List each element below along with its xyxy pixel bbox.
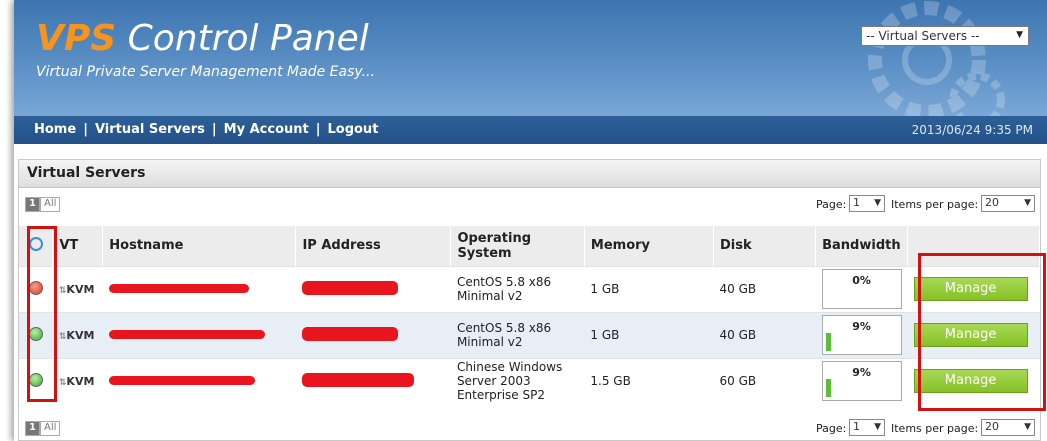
status-stopped-icon — [29, 280, 43, 295]
os-cell: CentOS 5.8 x86 Minimal v2 — [450, 265, 585, 312]
page-1-button[interactable]: 1 — [25, 197, 40, 212]
table-row: ⇅KVM Chinese Windows Server 2003 Enterpr… — [19, 357, 1040, 404]
nav-separator: | — [315, 122, 321, 137]
all-pages-button[interactable]: All — [40, 197, 61, 212]
all-pages-button[interactable]: All — [40, 421, 61, 436]
vt-label: KVM — [66, 375, 95, 389]
memory-cell: 1 GB — [584, 311, 714, 358]
chevron-down-icon: ▼ — [1016, 30, 1023, 40]
bandwidth-bar — [825, 333, 831, 351]
app-logo: VPS Control Panel — [36, 18, 369, 59]
virtual-servers-dropdown[interactable]: -- Virtual Servers -- ▼ — [861, 26, 1029, 46]
panel-title: Virtual Servers — [19, 160, 1040, 188]
bandwidth-meter: 0% — [821, 269, 902, 309]
nav-link-logout[interactable]: Logout — [327, 122, 378, 137]
nav-datetime: 2013/06/24 9:35 PM — [911, 123, 1033, 137]
table-row: ⇅KVM CentOS 5.8 x86 Minimal v2 1 GB 40 G… — [19, 265, 1040, 312]
brand-suffix: Control Panel — [127, 18, 369, 59]
column-header-disk: Disk — [713, 226, 817, 266]
column-header-bandwidth: Bandwidth — [815, 226, 909, 266]
refresh-icon[interactable] — [29, 236, 43, 251]
memory-cell: 1.5 GB — [584, 357, 714, 404]
page-label: Page: — [816, 422, 847, 435]
memory-cell: 1 GB — [584, 265, 714, 312]
hostname-redacted[interactable] — [108, 376, 255, 386]
hostname-redacted[interactable] — [108, 330, 265, 339]
items-per-page-label: Items per page: — [891, 422, 979, 435]
table-row: ⇅KVM CentOS 5.8 x86 Minimal v2 1 GB 40 G… — [19, 311, 1040, 358]
os-cell: CentOS 5.8 x86 Minimal v2 — [450, 311, 585, 358]
bandwidth-label: 0% — [852, 274, 871, 287]
bandwidth-label: 9% — [852, 320, 871, 333]
vt-cell: ⇅KVM — [59, 375, 95, 388]
nav-link-my-account[interactable]: My Account — [224, 122, 309, 137]
vt-cell: ⇅KVM — [59, 283, 95, 296]
items-per-page-label: Items per page: — [891, 198, 979, 211]
bandwidth-meter: 9% — [821, 361, 902, 402]
manage-button[interactable]: Manage — [913, 277, 1028, 301]
column-header-os: Operating System — [450, 226, 585, 266]
table-header-row: VT Hostname IP Address Operating System … — [19, 226, 1040, 266]
bandwidth-meter: 9% — [821, 315, 902, 355]
nav-link-home[interactable]: Home — [34, 122, 76, 137]
page-select[interactable]: 1 ▼ — [849, 419, 885, 436]
vt-label: KVM — [66, 283, 95, 296]
hostname-redacted[interactable] — [108, 284, 249, 293]
pager-top: 1 All Page: 1 ▼ Items per page: 20 ▼ — [19, 194, 1040, 216]
virtual-servers-panel: Virtual Servers 1 All Page: 1 ▼ Items per… — [18, 159, 1041, 441]
servers-table: VT Hostname IP Address Operating System … — [19, 226, 1040, 404]
column-header-actions — [907, 226, 1040, 266]
nav-bar: Home | Virtual Servers | My Account | Logout 2… — [14, 116, 1047, 144]
manage-button[interactable]: Manage — [913, 369, 1028, 394]
chevron-down-icon: ▼ — [1024, 198, 1031, 208]
column-header-memory: Memory — [584, 226, 715, 266]
bandwidth-bar — [825, 379, 831, 398]
page-label: Page: — [816, 198, 847, 211]
bandwidth-label: 9% — [852, 366, 871, 380]
items-per-page-select[interactable]: 20 ▼ — [981, 195, 1035, 212]
ip-redacted — [301, 280, 398, 295]
virtual-servers-dropdown-value: -- Virtual Servers -- — [866, 29, 980, 43]
os-cell: Chinese Windows Server 2003 Enterprise S… — [450, 357, 585, 404]
status-running-icon — [29, 326, 43, 341]
gear-decoration-icon — [868, 1, 1005, 116]
pager-bottom: 1 All Page: 1 ▼ Items per page: 20 ▼ — [19, 418, 1040, 440]
column-header-hostname: Hostname — [102, 226, 297, 266]
ip-redacted — [301, 372, 414, 387]
chevron-down-icon: ▼ — [1024, 422, 1031, 432]
nav-separator: | — [211, 122, 217, 137]
chevron-down-icon: ▼ — [874, 422, 881, 432]
items-per-page-value: 20 — [985, 196, 999, 209]
page-select[interactable]: 1 ▼ — [849, 195, 885, 212]
page-select-value: 1 — [853, 196, 860, 209]
status-column-header[interactable] — [19, 226, 54, 266]
chevron-down-icon: ▼ — [874, 198, 881, 208]
nav-link-virtual-servers[interactable]: Virtual Servers — [95, 122, 205, 137]
page-1-button[interactable]: 1 — [25, 421, 40, 436]
brand-prefix: VPS — [36, 18, 117, 59]
column-header-ip: IP Address — [295, 226, 452, 266]
tagline: Virtual Private Server Management Made E… — [36, 64, 375, 80]
column-header-vt: VT — [52, 226, 104, 266]
manage-button[interactable]: Manage — [913, 323, 1028, 347]
vt-label: KVM — [66, 329, 95, 342]
page-select-value: 1 — [853, 420, 860, 433]
items-per-page-select[interactable]: 20 ▼ — [981, 419, 1035, 436]
vt-cell: ⇅KVM — [59, 329, 95, 342]
header: VPS Control Panel Virtual Private Server… — [14, 0, 1047, 116]
status-running-icon — [29, 372, 43, 387]
ip-redacted — [301, 326, 398, 341]
disk-cell: 40 GB — [713, 265, 816, 312]
disk-cell: 60 GB — [713, 357, 816, 404]
nav-separator: | — [83, 122, 88, 137]
app-window: VPS Control Panel Virtual Private Server… — [14, 0, 1047, 441]
items-per-page-value: 20 — [985, 420, 999, 433]
disk-cell: 40 GB — [713, 311, 816, 358]
nav-links: Home | Virtual Servers | My Account | Logout — [34, 122, 378, 137]
